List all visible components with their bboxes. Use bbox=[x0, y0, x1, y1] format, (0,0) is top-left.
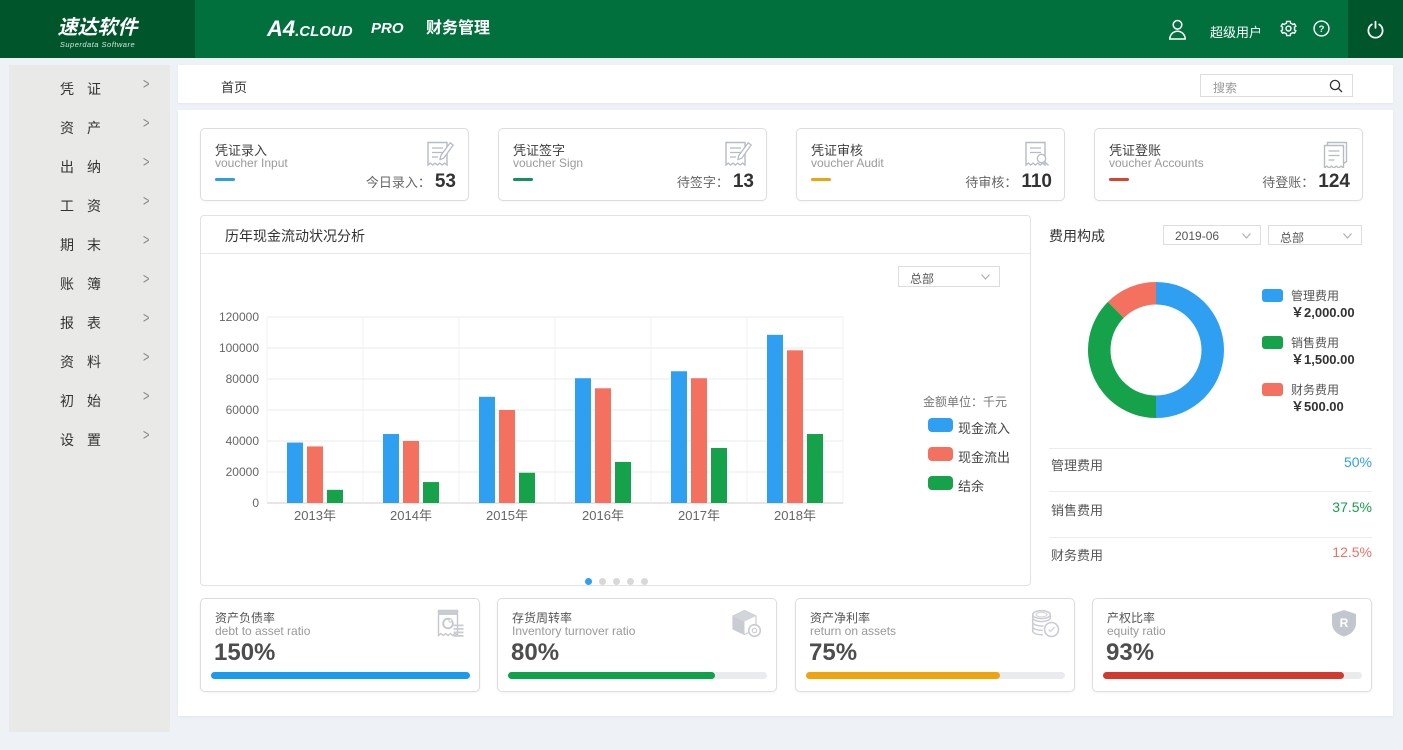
svg-text:2013年: 2013年 bbox=[294, 508, 336, 523]
svg-text:120000: 120000 bbox=[219, 310, 259, 324]
svg-text:80000: 80000 bbox=[226, 372, 260, 386]
svg-text:2018年: 2018年 bbox=[774, 508, 816, 523]
svg-text:2017年: 2017年 bbox=[678, 508, 720, 523]
svg-text:2016年: 2016年 bbox=[582, 508, 624, 523]
svg-text:2015年: 2015年 bbox=[486, 508, 528, 523]
svg-text:100000: 100000 bbox=[219, 341, 259, 355]
svg-text:60000: 60000 bbox=[226, 403, 260, 417]
svg-text:2014年: 2014年 bbox=[390, 508, 432, 523]
svg-text:?: ? bbox=[1319, 24, 1325, 35]
svg-text:20000: 20000 bbox=[226, 465, 260, 479]
svg-text:0: 0 bbox=[252, 496, 259, 510]
svg-text:40000: 40000 bbox=[226, 434, 260, 448]
svg-text:R: R bbox=[1340, 616, 1349, 630]
